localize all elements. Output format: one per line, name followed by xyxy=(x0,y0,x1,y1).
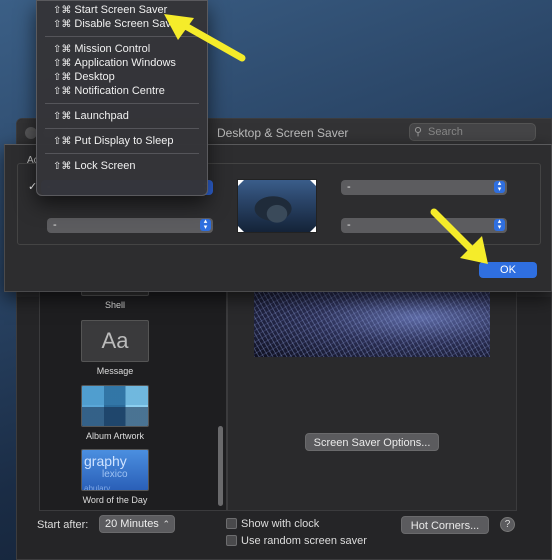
menu-separator xyxy=(45,128,199,129)
search-field[interactable]: ⚲ Search xyxy=(409,123,536,141)
saver-word-of-the-day[interactable]: graphy lexico abulary Word of the Day xyxy=(80,449,150,505)
chevron-updown-icon: ▴▾ xyxy=(494,180,505,193)
corner-marker-icon xyxy=(238,226,244,232)
random-screen-saver-checkbox[interactable] xyxy=(226,535,237,546)
thumb-word-3: abulary xyxy=(84,484,111,491)
modifier-keys: ⇧⌘ xyxy=(53,58,72,69)
menu-item-label: Notification Centre xyxy=(74,85,165,97)
saver-message[interactable]: Aa Message xyxy=(80,320,150,376)
word-of-the-day-thumbnail: graphy lexico abulary xyxy=(81,449,149,491)
hot-corners-button[interactable]: Hot Corners... xyxy=(401,516,489,534)
saver-label: Shell xyxy=(104,300,125,310)
menu-item-launchpad[interactable]: ⇧⌘ Launchpad xyxy=(37,109,207,123)
menu-item-label: Lock Screen xyxy=(74,160,136,172)
menu-item-put-display-to-sleep[interactable]: ⇧⌘ Put Display to Sleep xyxy=(37,134,207,148)
modifier-keys: ⇧⌘ xyxy=(53,72,72,83)
top-right-value: - xyxy=(347,181,351,193)
start-after-select[interactable]: 20 Minutes ⌃ xyxy=(99,515,175,533)
chevron-updown-icon: ▴▾ xyxy=(200,218,211,231)
corner-marker-icon xyxy=(238,180,244,186)
search-placeholder: Search xyxy=(428,126,463,138)
modifier-keys: ⇧⌘ xyxy=(53,86,72,97)
modifier-keys: ⇧⌘ xyxy=(53,5,72,16)
menu-item-label: Launchpad xyxy=(74,110,129,122)
show-with-clock-label: Show with clock xyxy=(241,518,320,530)
help-button[interactable]: ? xyxy=(500,517,515,532)
bottom-right-value: - xyxy=(347,219,351,231)
desktop-screen-thumbnail xyxy=(237,179,317,233)
menu-item-lock-screen[interactable]: ⇧⌘ Lock Screen xyxy=(37,159,207,173)
random-screen-saver-label: Use random screen saver xyxy=(241,535,367,547)
message-thumbnail: Aa xyxy=(81,320,149,362)
saver-label: Album Artwork xyxy=(85,431,145,441)
modifier-keys: ⇧⌘ xyxy=(53,44,72,55)
menu-item-label: Start Screen Saver xyxy=(74,4,168,16)
menu-separator xyxy=(45,103,199,104)
show-with-clock-checkbox[interactable] xyxy=(226,518,237,529)
menu-item-label: Desktop xyxy=(74,71,115,83)
bottom-left-corner-popup[interactable]: - ▴ ▾ xyxy=(47,218,213,233)
preview-panel: Screen Saver Options... xyxy=(227,287,517,511)
menu-item-desktop[interactable]: ⇧⌘ Desktop xyxy=(37,70,207,84)
menu-item-notification-centre[interactable]: ⇧⌘ Notification Centre xyxy=(37,84,207,98)
saver-label: Word of the Day xyxy=(82,495,148,505)
list-scrollbar[interactable] xyxy=(218,426,223,506)
corner-marker-icon xyxy=(310,180,316,186)
window-title: Desktop & Screen Saver xyxy=(217,126,349,140)
screen-saver-list[interactable]: Shell Aa Message Album Artwork graphy le… xyxy=(39,287,227,511)
start-after-label: Start after: xyxy=(37,519,89,531)
thumb-word-1: graphy xyxy=(84,453,127,469)
annotation-arrow-menu xyxy=(164,14,246,62)
top-right-corner-popup[interactable]: - ▴ ▾ xyxy=(341,180,507,195)
thumb-word-2: lexico xyxy=(102,469,128,480)
menu-item-label: Put Display to Sleep xyxy=(74,135,174,147)
annotation-arrow-ok xyxy=(430,208,488,264)
saver-label: Message xyxy=(96,366,134,376)
chevron-updown-icon: ⌃ xyxy=(162,519,170,529)
modifier-keys: ⇧⌘ xyxy=(53,19,72,30)
saver-album-artwork[interactable]: Album Artwork xyxy=(80,385,150,441)
corner-marker-icon xyxy=(310,226,316,232)
screen-saver-preview xyxy=(254,291,490,357)
screen-saver-options-button[interactable]: Screen Saver Options... xyxy=(305,433,439,451)
start-after-value: 20 Minutes xyxy=(105,518,159,530)
modifier-keys: ⇧⌘ xyxy=(53,111,72,122)
bottom-left-value: - xyxy=(53,219,57,231)
search-icon: ⚲ xyxy=(414,126,423,138)
album-artwork-thumbnail xyxy=(81,385,149,427)
menu-separator xyxy=(45,153,199,154)
modifier-keys: ⇧⌘ xyxy=(53,161,72,172)
modifier-keys: ⇧⌘ xyxy=(53,136,72,147)
menu-item-label: Mission Control xyxy=(74,43,151,55)
